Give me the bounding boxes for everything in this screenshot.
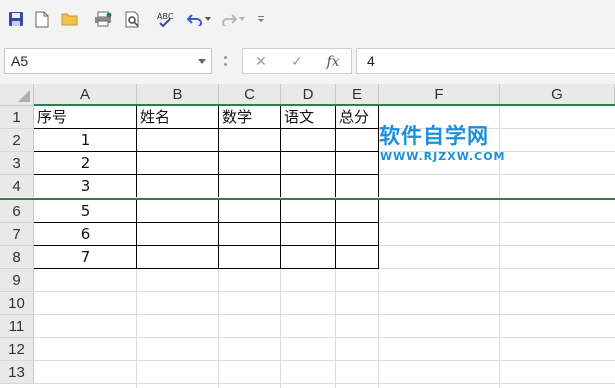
table-border [280,106,281,269]
open-folder-icon[interactable] [60,9,78,29]
column-header-d[interactable]: D [281,84,336,106]
enter-icon[interactable]: ✓ [287,52,307,72]
table-border [34,174,379,175]
row-header-3[interactable]: 3 [0,152,34,175]
watermark-url: WWW.RJZXW.COM [380,150,506,163]
table-border [34,245,379,246]
formula-input[interactable]: 4 [356,48,615,74]
chevron-down-icon[interactable] [198,59,206,64]
print-icon[interactable] [94,9,112,29]
cell-a3[interactable]: 2 [34,152,137,175]
formula-bar: A5 ✕ ✓ fx 4 [0,46,615,76]
cell-a4[interactable]: 3 [34,175,137,198]
undo-dropdown-icon[interactable] [204,9,212,29]
new-document-icon[interactable] [33,9,51,29]
column-header-c[interactable]: C [219,84,281,106]
column-header-a[interactable]: A [34,84,137,106]
cell-a6[interactable]: 5 [34,200,137,223]
formula-gap [0,76,615,84]
column-header-f[interactable]: F [379,84,500,106]
row-header-4[interactable]: 4 [0,175,34,198]
cell-a8[interactable]: 7 [34,246,137,269]
cell-d1[interactable]: 语文 [281,106,336,129]
row-header-11[interactable]: 11 [0,315,34,338]
cancel-icon[interactable]: ✕ [251,52,271,72]
row-header-2[interactable]: 2 [0,129,34,152]
table-border [34,151,379,152]
row-header-6[interactable]: 6 [0,200,34,223]
table-border [335,106,336,269]
table-border [218,106,219,269]
column-header-b[interactable]: B [137,84,219,106]
formula-value: 4 [367,53,375,69]
cell-b1[interactable]: 姓名 [137,106,219,129]
table-border [34,222,379,223]
save-icon[interactable] [7,9,25,29]
select-all-button[interactable] [0,84,34,106]
row-header-13[interactable]: 13 [0,361,34,384]
row-header-7[interactable]: 7 [0,223,34,246]
formula-buttons: ✕ ✓ fx [242,48,352,74]
cell-a7[interactable]: 6 [34,223,137,246]
row-header-8[interactable]: 8 [0,246,34,269]
grip-icon [224,53,227,69]
row-header-1[interactable]: 1 [0,106,34,129]
cell-e1[interactable]: 总分 [336,106,379,129]
name-box-value: A5 [11,53,29,69]
watermark: 软件自学网 WWW.RJZXW.COM [379,120,539,170]
table-border [34,268,379,269]
cell-c1[interactable]: 数学 [219,106,281,129]
insert-function-button[interactable]: fx [323,52,343,72]
customize-toolbar-icon[interactable] [256,9,266,29]
name-box[interactable]: A5 [4,48,212,74]
redo-icon[interactable] [220,9,238,29]
toolbar-separator [0,38,615,46]
row-header-9[interactable]: 9 [0,269,34,292]
row-header-12[interactable]: 12 [0,338,34,361]
column-header-g[interactable]: G [500,84,615,106]
column-header-e[interactable]: E [336,84,379,106]
table-border [136,106,137,269]
hidden-row-indicator[interactable] [0,198,615,200]
cell-a2[interactable]: 1 [34,129,137,152]
spell-check-icon[interactable]: ABC [156,9,174,29]
undo-icon[interactable] [186,9,204,29]
quick-access-toolbar: ABC [0,0,615,38]
cell-a1[interactable]: 序号 [34,106,137,129]
svg-text:ABC: ABC [157,12,174,21]
watermark-title: 软件自学网 [379,124,489,148]
print-preview-icon[interactable] [124,9,142,29]
row-header-10[interactable]: 10 [0,292,34,315]
table-border [34,128,379,129]
redo-dropdown-icon[interactable] [238,9,246,29]
